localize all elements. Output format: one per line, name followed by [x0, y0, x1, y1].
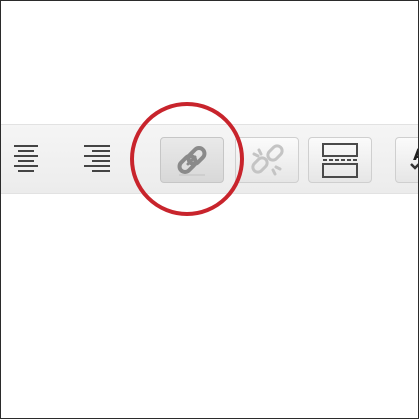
insert-link-button[interactable] [160, 137, 224, 183]
insert-more-button[interactable] [308, 137, 372, 183]
align-right-button[interactable] [69, 137, 129, 183]
editor-toolbar: A [1, 124, 418, 194]
screenshot-frame: A [0, 0, 419, 419]
remove-link-button[interactable] [235, 137, 299, 183]
text-format-button[interactable]: A [395, 137, 418, 183]
align-center-button[interactable] [5, 137, 55, 183]
